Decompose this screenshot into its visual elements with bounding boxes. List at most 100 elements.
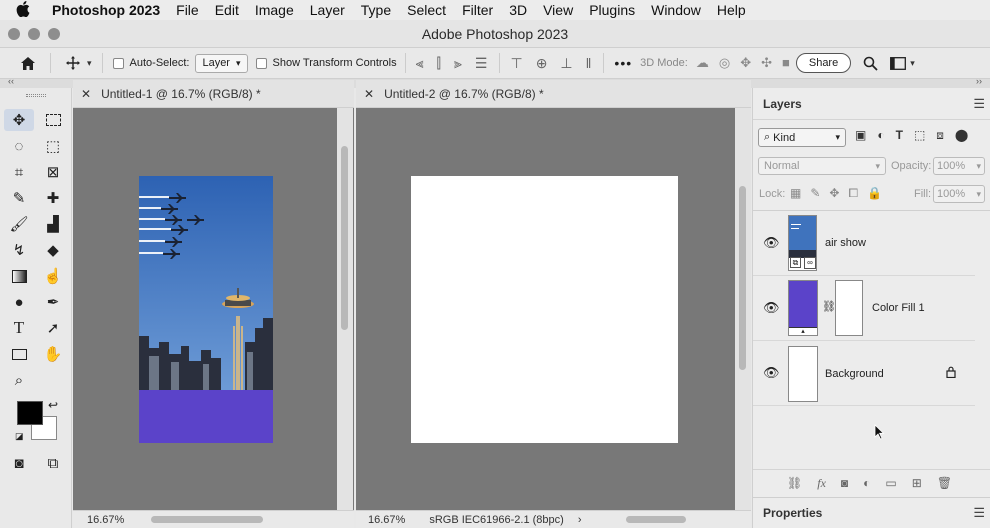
history-brush-tool[interactable]: ↯ xyxy=(4,239,34,261)
search-icon[interactable] xyxy=(863,56,878,71)
type-tool[interactable]: T xyxy=(4,317,34,339)
document-2-vertical-scrollbar[interactable] xyxy=(735,108,751,511)
distribute-horizontal-icon[interactable]: ☰ xyxy=(475,55,488,72)
menu-view[interactable]: View xyxy=(543,2,573,18)
object-select-tool[interactable]: ⬚ xyxy=(38,135,68,157)
screen-mode-button[interactable]: ⧉ xyxy=(38,452,68,474)
lock-all-icon[interactable]: 🔒 xyxy=(867,186,882,201)
pen-tool[interactable]: ✒ xyxy=(38,291,68,313)
rectangle-tool[interactable] xyxy=(4,343,34,365)
menu-file[interactable]: File xyxy=(176,2,199,18)
menu-plugins[interactable]: Plugins xyxy=(589,2,635,18)
align-middle-icon[interactable]: ⊕ xyxy=(536,55,548,72)
horizontal-scrollbar-thumb[interactable] xyxy=(151,516,263,523)
document-1-vertical-scrollbar[interactable] xyxy=(337,108,353,511)
new-layer-icon[interactable]: ⊞ xyxy=(912,476,922,491)
menu-type[interactable]: Type xyxy=(361,2,391,18)
panel-menu-icon[interactable]: ☰ xyxy=(973,505,985,521)
layer-row[interactable]: 👁 ▴ ⛓ Color Fill 1 xyxy=(753,276,975,341)
link-icon[interactable]: ⛓ xyxy=(822,300,836,313)
layers-tab[interactable]: Layers xyxy=(763,97,802,111)
document-2-canvas[interactable] xyxy=(411,176,678,443)
menu-image[interactable]: Image xyxy=(255,2,294,18)
eraser-tool[interactable]: ◆ xyxy=(38,239,68,261)
clone-stamp-tool[interactable]: ▟ xyxy=(38,213,68,235)
link-layers-icon[interactable]: ⛓ xyxy=(787,476,802,491)
type-filter-icon[interactable]: T xyxy=(896,128,903,143)
chevron-down-icon[interactable]: ▾ xyxy=(87,58,92,69)
auto-select-checkbox[interactable] xyxy=(112,57,124,69)
hand-tool[interactable]: ✋ xyxy=(38,343,68,365)
opacity-field[interactable]: 100% ▾ xyxy=(933,157,985,175)
menu-select[interactable]: Select xyxy=(407,2,446,18)
chevron-down-icon[interactable]: ▾ xyxy=(910,58,915,69)
zoom-level[interactable]: 16.67% xyxy=(368,514,405,526)
close-tab-icon[interactable]: ✕ xyxy=(364,87,374,101)
show-transform-checkbox[interactable] xyxy=(255,57,267,69)
menu-window[interactable]: Window xyxy=(651,2,701,18)
zoom-level[interactable]: 16.67% xyxy=(87,514,124,526)
3d-drag-icon[interactable]: ✥ xyxy=(740,55,751,71)
close-window-button[interactable] xyxy=(8,28,20,40)
swap-colors-icon[interactable]: ↩ xyxy=(48,398,58,412)
eyedropper-tool[interactable]: ✎ xyxy=(4,187,34,209)
lock-artboard-icon[interactable]: ⧠ xyxy=(848,186,858,201)
delete-layer-icon[interactable]: 🗑 xyxy=(937,476,952,491)
horizontal-scrollbar-thumb[interactable] xyxy=(626,516,686,523)
blur-tool[interactable]: ☝ xyxy=(38,265,68,287)
document-tab-1[interactable]: ✕ Untitled-1 @ 16.7% (RGB/8) * xyxy=(73,80,354,108)
menu-filter[interactable]: Filter xyxy=(462,2,493,18)
visibility-eye-icon[interactable]: 👁 xyxy=(763,300,780,316)
visibility-eye-icon[interactable]: 👁 xyxy=(763,365,780,381)
visibility-eye-icon[interactable]: 👁 xyxy=(763,235,780,251)
3d-camera-icon[interactable]: ■ xyxy=(782,55,790,71)
3d-roll-icon[interactable]: ◎ xyxy=(719,55,730,71)
adjustment-filter-icon[interactable]: ◐ xyxy=(877,128,884,143)
filter-kind-dropdown[interactable]: ⌕ Kind ▾ xyxy=(758,128,846,147)
fill-field[interactable]: 100% ▾ xyxy=(933,185,985,203)
lasso-tool[interactable]: ◌ xyxy=(4,135,34,157)
distribute-vertical-icon[interactable]: ‖ xyxy=(586,55,592,72)
more-options-icon[interactable]: ••• xyxy=(614,55,632,71)
scrollbar-thumb[interactable] xyxy=(341,146,348,330)
align-bottom-icon[interactable]: ⊥ xyxy=(560,55,572,72)
crop-tool[interactable]: ⌗ xyxy=(4,161,34,183)
move-tool-icon[interactable] xyxy=(65,55,81,71)
foreground-color-swatch[interactable] xyxy=(17,401,43,425)
smart-object-filter-icon[interactable]: ⧈ xyxy=(936,128,944,143)
home-icon[interactable] xyxy=(18,56,38,71)
dodge-tool[interactable]: ● xyxy=(4,291,34,313)
chevron-right-icon[interactable]: › xyxy=(578,514,582,526)
menu-layer[interactable]: Layer xyxy=(310,2,345,18)
collapse-panels-icon[interactable]: ›› xyxy=(976,76,982,86)
document-tab-2[interactable]: ✕ Untitled-2 @ 16.7% (RGB/8) * xyxy=(356,80,751,108)
new-group-icon[interactable]: ▭ xyxy=(885,476,896,491)
toolbar-grip[interactable] xyxy=(26,94,46,97)
document-1-canvas[interactable] xyxy=(139,176,273,443)
layer-row[interactable]: 👁 ⧉ ∞ air show xyxy=(753,211,975,276)
zoom-window-button[interactable] xyxy=(48,28,60,40)
move-tool[interactable]: ✥ xyxy=(4,109,34,131)
gradient-tool[interactable] xyxy=(4,265,34,287)
layer-effects-icon[interactable]: fx xyxy=(817,476,826,491)
share-button[interactable]: Share xyxy=(795,53,852,73)
menu-edit[interactable]: Edit xyxy=(215,2,239,18)
align-center-horizontal-icon[interactable]: ⫿ xyxy=(437,55,441,72)
filter-toggle-icon[interactable]: ⬤ xyxy=(955,128,968,143)
menu-help[interactable]: Help xyxy=(717,2,746,18)
align-right-icon[interactable]: ⫸ xyxy=(454,55,462,72)
path-selection-tool[interactable]: ➚ xyxy=(38,317,68,339)
close-tab-icon[interactable]: ✕ xyxy=(81,87,91,101)
3d-slide-icon[interactable]: ✣ xyxy=(761,55,772,71)
lock-position-icon[interactable]: ✥ xyxy=(829,186,839,201)
menu-3d[interactable]: 3D xyxy=(509,2,527,18)
quick-mask-button[interactable]: ◙ xyxy=(4,452,34,474)
lock-image-icon[interactable]: ✎ xyxy=(810,186,820,201)
menu-app-photoshop[interactable]: Photoshop 2023 xyxy=(52,2,160,18)
brush-tool[interactable]: 🖌 xyxy=(4,213,34,235)
zoom-tool[interactable]: ⌕ xyxy=(4,369,34,391)
healing-brush-tool[interactable]: ✚ xyxy=(38,187,68,209)
scrollbar-thumb[interactable] xyxy=(739,186,746,370)
collapse-toolbar-icon[interactable]: ‹‹ xyxy=(8,76,14,86)
auto-select-dropdown[interactable]: Layer ▾ xyxy=(195,53,248,73)
